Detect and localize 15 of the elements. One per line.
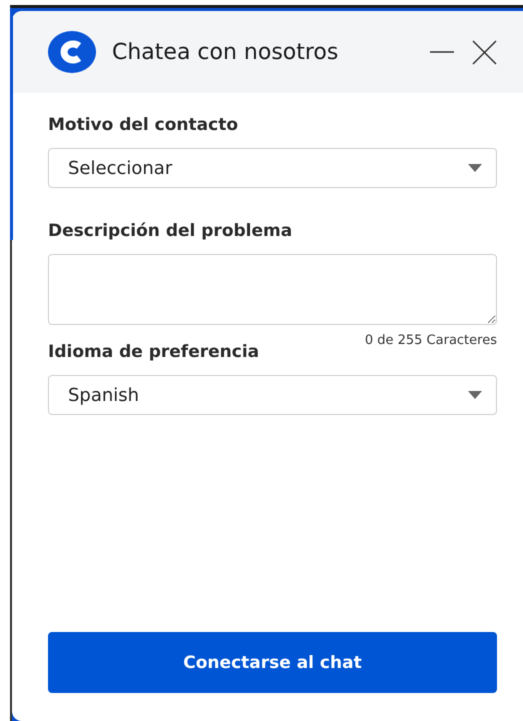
connect-button[interactable]: Conectarse al chat (48, 632, 497, 693)
field-label: Motivo del contacto (48, 115, 240, 135)
character-counter: 0 de 255 Caracteres (364, 333, 497, 348)
logo-icon (48, 31, 96, 73)
close-button[interactable] (471, 39, 497, 65)
window-title: Chatea con nosotros (112, 40, 340, 64)
field-label: Idioma de preferencia (48, 342, 260, 362)
caret-icon (468, 391, 482, 399)
description-field[interactable] (48, 254, 497, 325)
caret-icon (468, 164, 482, 172)
close-icon (472, 40, 496, 64)
minimize-icon (430, 51, 454, 53)
field-label: Descripción del problema (48, 221, 294, 241)
select-field[interactable]: Spanish (48, 375, 497, 415)
select-field[interactable]: Seleccionar (48, 148, 497, 188)
